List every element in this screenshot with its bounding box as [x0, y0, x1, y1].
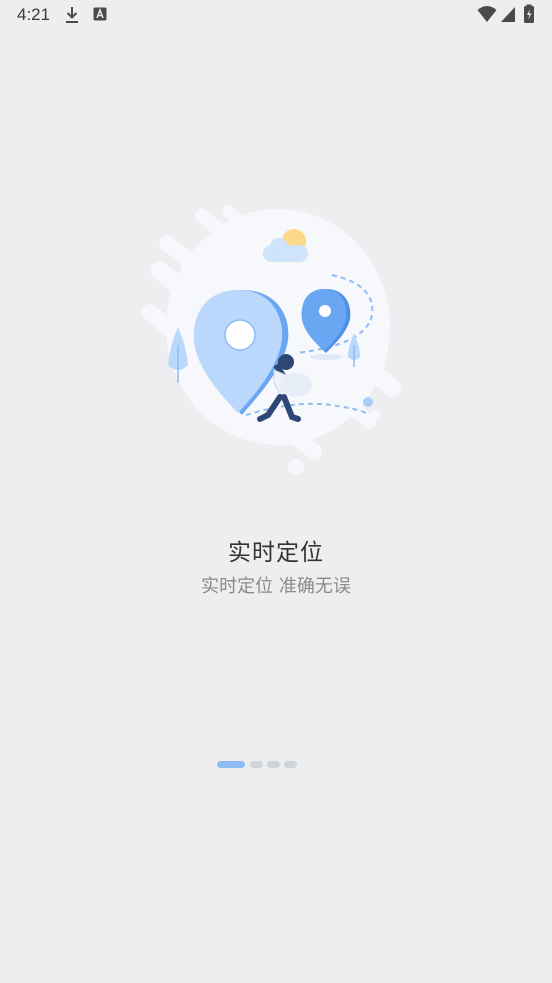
signal-icon — [500, 5, 516, 27]
location-illustration — [136, 205, 416, 485]
page-title: 实时定位 — [228, 540, 324, 566]
download-icon — [64, 6, 80, 28]
page-subtitle: 实时定位 准确无误 — [201, 576, 351, 597]
status-time: 4:21 — [17, 5, 51, 24]
page-dot-active[interactable] — [217, 761, 245, 768]
page-dot[interactable] — [267, 761, 280, 768]
status-bar: 4:21 — [0, 0, 552, 30]
onboarding-screen: 4:21 实时定位 实时定位 准确无误 — [0, 0, 552, 983]
wifi-icon — [477, 5, 497, 27]
page-dot[interactable] — [284, 761, 297, 768]
a-icon — [93, 6, 107, 26]
page-dot[interactable] — [250, 761, 263, 768]
battery-charging-icon — [523, 4, 535, 28]
